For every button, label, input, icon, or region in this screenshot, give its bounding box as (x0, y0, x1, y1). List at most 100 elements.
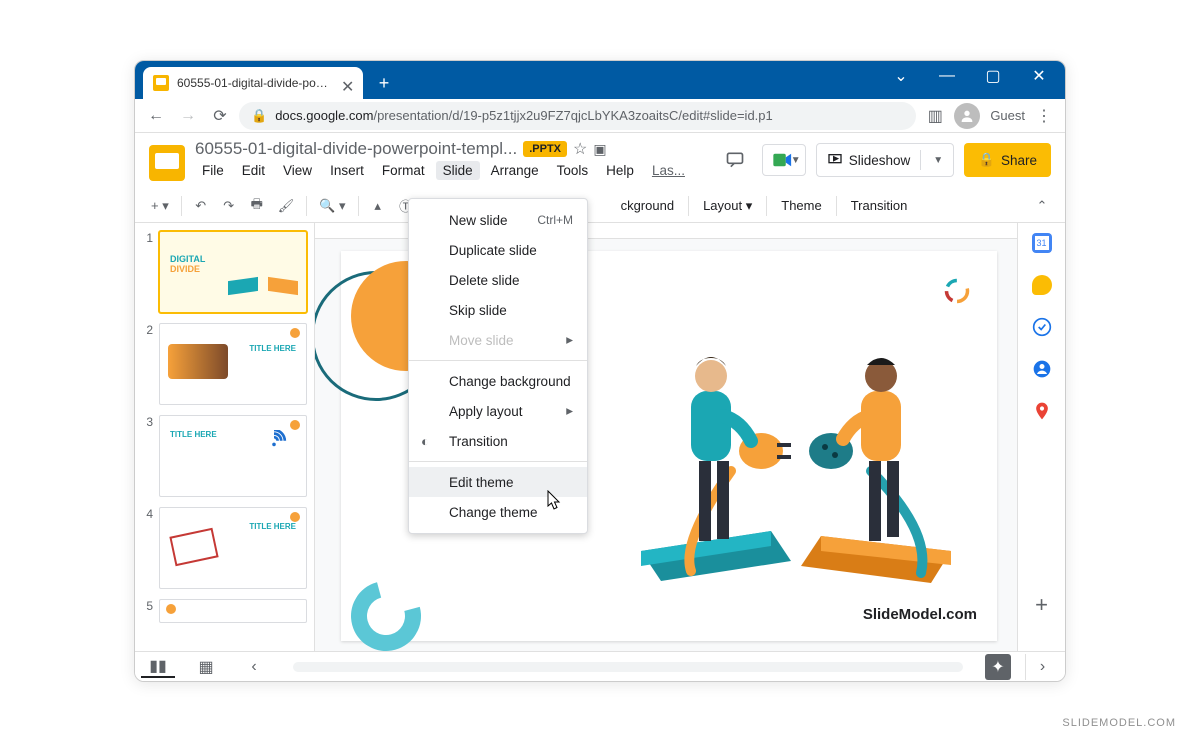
move-icon[interactable]: ▣ (593, 141, 606, 158)
calendar-icon[interactable]: 31 (1032, 233, 1052, 253)
horizontal-scrollbar[interactable] (293, 662, 963, 672)
add-addon-button[interactable]: + (1032, 595, 1052, 615)
menu-format[interactable]: Format (375, 161, 432, 180)
menu-transition[interactable]: ◐Transition (409, 426, 587, 456)
minimize-button[interactable]: — (925, 61, 969, 91)
address-bar: ← → ⟳ 🔒 docs.google.com/presentation/d/1… (135, 99, 1065, 133)
menu-last-edit[interactable]: Las... (645, 161, 692, 180)
menu-delete-slide[interactable]: Delete slide (409, 265, 587, 295)
share-label: Share (1001, 153, 1037, 168)
slideshow-dropdown-icon[interactable]: ▼ (927, 155, 949, 166)
thumbnail-panel: 1 DIGITAL DIVIDE 2 TITLE HERE (135, 223, 315, 651)
collapse-toolbar-button[interactable]: ⌃ (1029, 193, 1055, 219)
decorative-ring (338, 568, 434, 651)
paint-format-button[interactable]: 🖌 (272, 193, 301, 219)
profile-avatar[interactable] (954, 103, 980, 129)
zoom-button[interactable]: 🔍 ▾ (313, 193, 351, 219)
slides-app: 60555-01-digital-divide-powerpoint-templ… (135, 133, 1065, 681)
menu-bar: File Edit View Insert Format Slide Arran… (195, 161, 708, 180)
slideshow-label: Slideshow (849, 153, 911, 168)
menu-new-slide[interactable]: New slideCtrl+M (409, 205, 587, 235)
profile-label: Guest (990, 108, 1025, 123)
tabs-chevron-button[interactable]: ⌄ (879, 61, 923, 91)
menu-tools[interactable]: Tools (550, 161, 596, 180)
tab-title: 60555-01-digital-divide-powerpc (177, 76, 333, 90)
menu-duplicate-slide[interactable]: Duplicate slide (409, 235, 587, 265)
side-panel: 31 + (1017, 223, 1065, 651)
grid-view-button[interactable]: ▦ (189, 656, 223, 678)
thumb-number: 1 (139, 231, 153, 313)
transition-button[interactable]: Transition (843, 194, 916, 217)
thumb-number: 3 (139, 415, 153, 497)
close-tab-icon[interactable]: ✕ (341, 77, 353, 89)
transition-icon: ◐ (421, 434, 429, 449)
tasks-icon[interactable] (1032, 317, 1052, 337)
select-tool[interactable]: ▴ (365, 193, 391, 219)
window-controls: ⌄ — ▢ ✕ (879, 61, 1065, 91)
url-field[interactable]: 🔒 docs.google.com/presentation/d/19-p5z1… (239, 102, 916, 130)
menu-slide[interactable]: Slide (436, 161, 480, 180)
menu-move-slide: Move slide▸ (409, 325, 587, 355)
menu-help[interactable]: Help (599, 161, 641, 180)
browser-tab[interactable]: 60555-01-digital-divide-powerpc ✕ (143, 67, 363, 99)
slideshow-button[interactable]: Slideshow ▼ (816, 143, 954, 177)
redo-button[interactable]: ↷ (216, 193, 242, 219)
slide-thumb-5[interactable] (159, 599, 307, 623)
pptx-badge: .PPTX (523, 141, 567, 157)
menu-edit[interactable]: Edit (235, 161, 272, 180)
maximize-button[interactable]: ▢ (971, 61, 1015, 91)
menu-change-theme[interactable]: Change theme (409, 497, 587, 527)
share-button[interactable]: 🔒 Share (964, 143, 1051, 177)
explore-button[interactable]: ✦ (985, 654, 1011, 680)
slide-thumb-3[interactable]: TITLE HERE (159, 415, 307, 497)
browser-window: 60555-01-digital-divide-powerpc ✕ + ⌄ — … (134, 60, 1066, 682)
slides-logo[interactable] (149, 145, 185, 181)
app-header: 60555-01-digital-divide-powerpoint-templ… (135, 133, 1065, 189)
toolbar: + ▾ ↶ ↷ 🖶 🖌 🔍 ▾ ▴ Ⓣ ckground Layout ▾ Th… (135, 189, 1065, 223)
hide-sidepanel-button[interactable]: › (1025, 654, 1059, 680)
filmstrip-view-button[interactable]: ▮▮ (141, 656, 175, 678)
reload-button[interactable]: ⟳ (207, 103, 233, 129)
illustration (621, 321, 981, 601)
undo-button[interactable]: ↶ (188, 193, 214, 219)
maps-icon[interactable] (1032, 401, 1052, 421)
menu-separator (409, 360, 587, 361)
menu-change-background[interactable]: Change background (409, 366, 587, 396)
browser-titlebar: 60555-01-digital-divide-powerpc ✕ + ⌄ — … (135, 61, 1065, 99)
reading-list-icon[interactable]: ▥ (922, 103, 948, 129)
workspace: 1 DIGITAL DIVIDE 2 TITLE HERE (135, 223, 1065, 651)
lock-icon: 🔒 (978, 152, 995, 168)
menu-view[interactable]: View (276, 161, 319, 180)
forward-button[interactable]: → (175, 103, 201, 129)
keep-icon[interactable] (1032, 275, 1052, 295)
menu-apply-layout[interactable]: Apply layout▸ (409, 396, 587, 426)
slide-thumb-4[interactable]: TITLE HERE (159, 507, 307, 589)
thumb-number: 5 (139, 599, 153, 623)
back-button[interactable]: ← (143, 103, 169, 129)
meet-button[interactable]: ▼ (762, 144, 806, 176)
menu-file[interactable]: File (195, 161, 231, 180)
print-button[interactable]: 🖶 (244, 193, 270, 219)
slide-thumb-1[interactable]: DIGITAL DIVIDE (159, 231, 307, 313)
comments-button[interactable] (718, 143, 752, 177)
contacts-icon[interactable] (1032, 359, 1052, 379)
new-slide-tb-button[interactable]: + ▾ (145, 193, 175, 219)
menu-edit-theme[interactable]: Edit theme (409, 467, 587, 497)
menu-arrange[interactable]: Arrange (484, 161, 546, 180)
document-title[interactable]: 60555-01-digital-divide-powerpoint-templ… (195, 139, 517, 159)
thumb-number: 2 (139, 323, 153, 405)
theme-button[interactable]: Theme (773, 194, 829, 217)
layout-button[interactable]: Layout ▾ (695, 194, 760, 218)
menu-skip-slide[interactable]: Skip slide (409, 295, 587, 325)
slide-thumb-2[interactable]: TITLE HERE (159, 323, 307, 405)
menu-insert[interactable]: Insert (323, 161, 371, 180)
collapse-thumbs-button[interactable]: ‹ (237, 656, 271, 678)
thumb-number: 4 (139, 507, 153, 589)
menu-separator (409, 461, 587, 462)
close-window-button[interactable]: ✕ (1017, 61, 1061, 91)
new-tab-button[interactable]: + (371, 70, 397, 96)
slide-menu-dropdown: New slideCtrl+M Duplicate slide Delete s… (408, 198, 588, 534)
browser-menu-button[interactable]: ⋮ (1031, 103, 1057, 129)
star-icon[interactable]: ☆ (573, 139, 587, 159)
background-button[interactable]: ckground (613, 194, 682, 217)
